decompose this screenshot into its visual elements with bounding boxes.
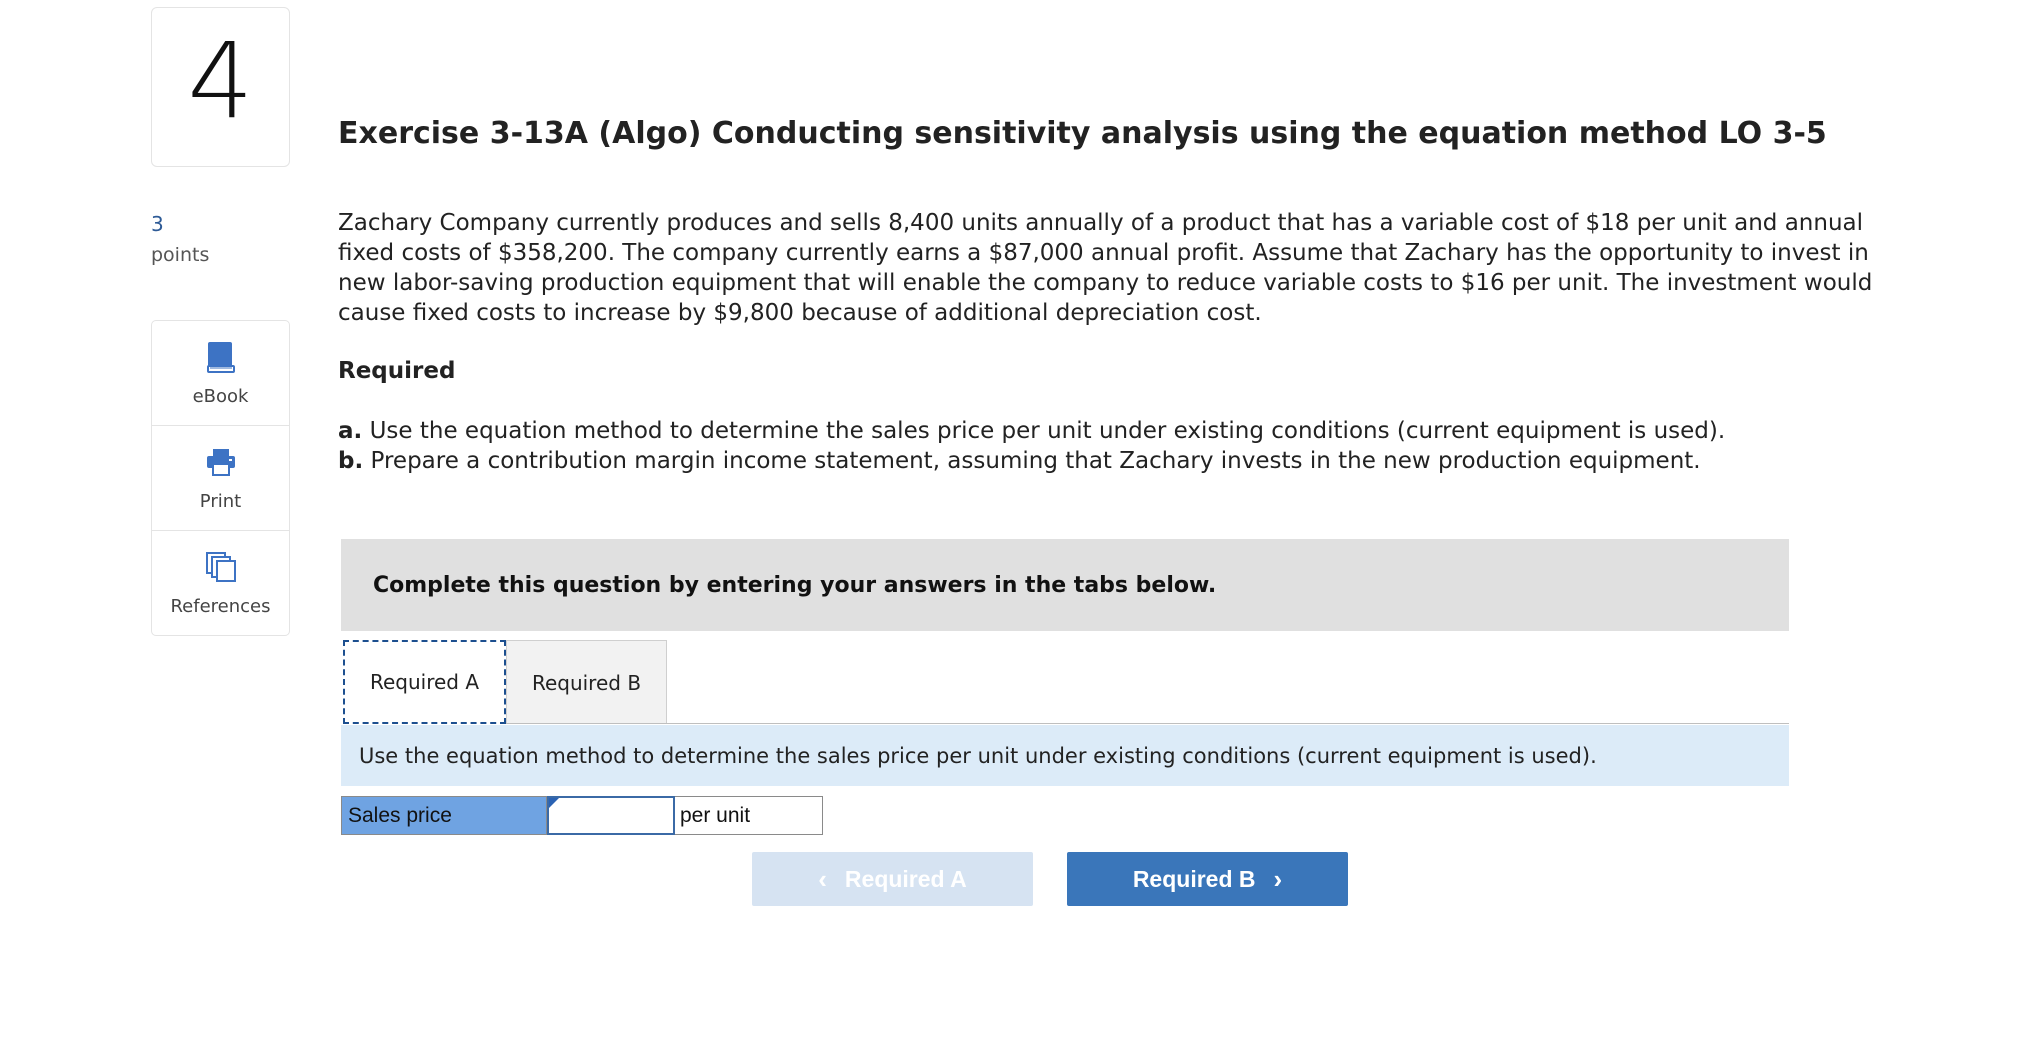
per-unit-label: per unit [675,796,823,835]
requirement-b-letter: b. [338,448,364,474]
printer-icon [204,445,238,483]
print-button[interactable]: Print [152,426,289,531]
sales-price-input[interactable] [549,798,673,833]
requirement-a-letter: a. [338,418,363,444]
tab-instruction: Use the equation method to determine the… [341,725,1789,786]
sales-price-field-wrapper [547,796,675,835]
requirement-a-text: Use the equation method to determine the… [362,418,1726,444]
requirement-b-text: Prepare a contribution margin income sta… [363,448,1701,474]
ebook-button[interactable]: eBook [152,321,289,426]
points-value: 3 [151,212,164,236]
tab-required-a[interactable]: Required A [343,640,506,724]
references-icon [204,550,238,588]
sales-price-label: Sales price [341,796,547,835]
answer-row: Sales price per unit [341,796,823,835]
prev-button-label: Required A [844,865,967,892]
references-button[interactable]: References [152,531,289,635]
exercise-title: Exercise 3-13A (Algo) Conducting sensiti… [338,116,1827,151]
points-label: points [151,244,210,266]
references-label: References [170,595,271,617]
requirement-b: b. Prepare a contribution margin income … [338,446,1725,476]
requirement-a: a. Use the equation method to determine … [338,416,1725,446]
required-heading: Required [338,358,456,384]
print-label: Print [199,490,242,512]
question-number-box: 4 [151,7,290,167]
prev-required-a-button[interactable]: ‹ Required A [752,852,1033,906]
tools-panel: eBook Print References [151,320,290,636]
question-prompt: Zachary Company currently produces and s… [338,210,1873,326]
book-icon [204,340,238,378]
tab-bar: Required A Required B [343,640,667,724]
question-number: 4 [187,20,254,142]
next-required-b-button[interactable]: Required B › [1067,852,1348,906]
ebook-label: eBook [192,385,249,407]
chevron-left-icon: ‹ [818,864,827,894]
chevron-right-icon: › [1273,864,1283,894]
instructions-banner: Complete this question by entering your … [341,539,1789,631]
next-button-label: Required B [1132,865,1256,892]
requirements-list: a. Use the equation method to determine … [338,416,1725,476]
tab-divider [506,723,1789,724]
tab-required-b[interactable]: Required B [506,640,667,724]
